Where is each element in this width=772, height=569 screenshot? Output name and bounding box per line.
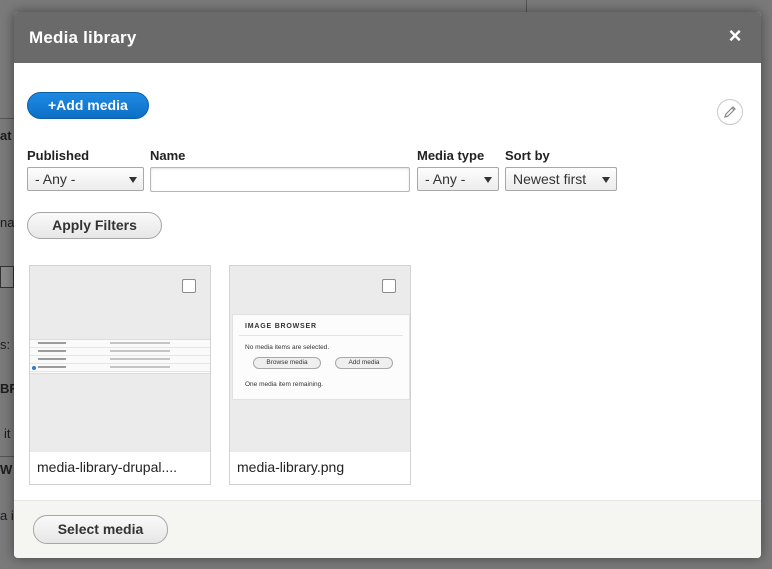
sort-by-label: Sort by — [505, 148, 550, 163]
thumbnail-add-button: Add media — [335, 357, 393, 369]
background-text: a i — [0, 508, 14, 523]
published-label: Published — [27, 148, 90, 163]
background-text: W — [0, 462, 13, 477]
background-text: s: — [0, 337, 11, 352]
media-thumbnail — [30, 266, 210, 452]
preview-row — [30, 356, 210, 364]
published-select-value: - Any - — [35, 171, 76, 187]
add-media-button[interactable]: +Add media — [27, 92, 149, 119]
background-divider — [526, 0, 527, 12]
media-type-label: Media type — [417, 148, 485, 163]
thumbnail-image-browser: IMAGE BROWSER No media items are selecte… — [232, 314, 410, 400]
media-thumbnail: IMAGE BROWSER No media items are selecte… — [230, 266, 410, 452]
media-type-select-value: - Any - — [425, 171, 466, 187]
sort-by-select-value: Newest first — [513, 171, 587, 187]
background-divider — [0, 456, 14, 457]
thumbnail-browse-button: Browse media — [253, 357, 321, 369]
thumbnail-remaining: One media item remaining. — [245, 381, 324, 388]
preview-row — [30, 364, 210, 372]
thumbnail-divider — [239, 335, 403, 336]
media-name: media-library-drupal.... — [37, 459, 178, 475]
thumbnail-heading: IMAGE BROWSER — [245, 323, 317, 330]
media-library-dialog: Media library × +Add media Published - A… — [14, 12, 761, 558]
pencil-icon[interactable] — [717, 99, 743, 125]
media-name: media-library.png — [237, 459, 345, 475]
dialog-titlebar: Media library × — [14, 12, 761, 63]
background-input — [0, 266, 14, 288]
preview-row — [30, 348, 210, 356]
dialog-content: +Add media Published - Any - Name Media … — [14, 63, 761, 500]
select-media-button[interactable]: Select media — [33, 515, 168, 544]
media-type-select[interactable]: - Any - — [417, 167, 499, 191]
name-input[interactable] — [150, 167, 410, 192]
media-select-checkbox[interactable] — [382, 279, 396, 293]
sort-by-select[interactable]: Newest first — [505, 167, 617, 191]
chevron-down-icon — [602, 177, 610, 183]
chevron-down-icon — [484, 177, 492, 183]
dialog-footer: Select media — [14, 500, 761, 558]
background-divider — [0, 118, 14, 119]
preview-row — [30, 340, 210, 348]
pencil-icon-glyph — [724, 106, 736, 118]
media-item[interactable]: media-library-drupal.... — [29, 265, 211, 485]
thumbnail-status: No media items are selected. — [245, 344, 330, 351]
background-text: it — [4, 426, 11, 441]
media-select-checkbox[interactable] — [182, 279, 196, 293]
name-label: Name — [150, 148, 186, 163]
apply-filters-button[interactable]: Apply Filters — [27, 212, 162, 239]
thumbnail-preview-table — [30, 339, 210, 374]
chevron-down-icon — [129, 177, 137, 183]
published-select[interactable]: - Any - — [27, 167, 144, 191]
media-item[interactable]: IMAGE BROWSER No media items are selecte… — [229, 265, 411, 485]
close-icon[interactable]: × — [723, 24, 747, 48]
background-text: at — [0, 128, 12, 143]
dialog-title: Media library — [29, 27, 137, 47]
